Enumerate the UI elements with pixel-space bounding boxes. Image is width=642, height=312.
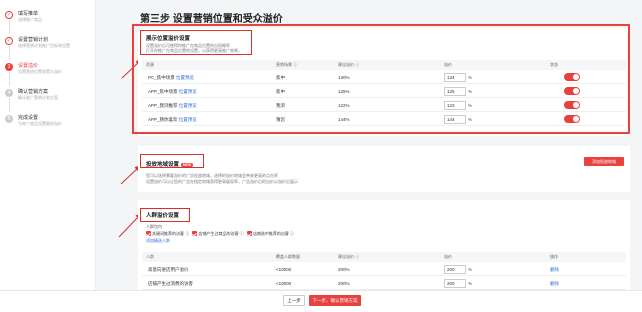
checkbox-checked-icon [192, 231, 198, 237]
checkbox-checked-icon [146, 231, 151, 237]
delete-link[interactable]: 删除 [550, 281, 559, 287]
check-icon: ✓ [5, 37, 13, 45]
step-subtitle: 设置营销位置和受众溢价 [18, 69, 62, 74]
page-title: 第三步 设置营销位置和受众溢价 [140, 14, 283, 25]
col-suggest: 建议溢价 ⓘ [338, 254, 360, 259]
next-button[interactable]: 下一步，确认营销方案 [309, 295, 361, 306]
highlight-crowd-title [140, 208, 190, 222]
crowd-card: 人群溢价设置 人群包内 关键词推荐的访客 ⓘ 店铺产生过商品的访客 ⓘ 店铺选中… [138, 200, 630, 290]
delete-link[interactable]: 删除 [550, 267, 559, 273]
main-content: 第三步 设置营销位置和受众溢价 展示位置溢价设置 设置溢价后可使得你推广在商品位… [132, 0, 642, 290]
col-premium: 溢价 [444, 254, 452, 259]
highlight-geo-title [140, 154, 204, 168]
prev-button[interactable]: 上一步 [283, 295, 305, 306]
step-title: 填写推单 [18, 11, 39, 17]
row-count: <10000 [276, 267, 292, 272]
percent-unit: % [468, 281, 473, 286]
premium-input[interactable]: 200 [444, 265, 466, 274]
add-crowd-link[interactable]: 添加精选人群 [146, 238, 170, 244]
step-title: 完成设置 [18, 115, 39, 121]
step-subtitle: 为每个商品设置最终溢价 [18, 121, 62, 126]
step-number: 5 [5, 115, 13, 123]
step-title: 设置营销计划 [18, 37, 49, 43]
step-5[interactable]: 5 完成设置 为每个商品设置最终溢价 [0, 110, 95, 136]
crowd-subtitle: 人群包内 [146, 224, 162, 229]
checkbox-checked-icon [246, 231, 252, 237]
step-4[interactable]: 4 确认营销方案 确认推广营销计划方案 [0, 84, 95, 112]
col-crowd: 人群 [146, 254, 154, 259]
footer-bar: 上一步 下一步，确认营销方案 [0, 290, 642, 312]
geo-desc-1: 您可以选择需要溢价的广告投放地域，选择的溢价地域会带来更高的点击率 [146, 173, 278, 178]
step-2[interactable]: ✓ 设置营销计划 选择营销计划推广目标和设置 [0, 32, 95, 60]
check-icon: ✓ [5, 11, 13, 19]
crowd-options: 关键词推荐的访客 ⓘ 店铺产生过商品的访客 ⓘ 店铺选中推荐的访客 ⓘ [146, 231, 294, 237]
row-suggest: 200% [338, 281, 350, 286]
add-geo-button[interactable]: 添加投放地域 [584, 157, 624, 166]
step-number: 3 [5, 63, 13, 71]
col-count: 覆盖人群数量 [276, 254, 300, 259]
step-title: 确认营销方案 [18, 89, 49, 95]
step-number: 4 [5, 89, 13, 97]
step-subtitle: 选择推广商品 [18, 17, 42, 22]
geo-desc-2: 设置溢价可以让您的广告在指定地域获得更高展现率，广告溢价后的出价以溢价后展示 [146, 179, 298, 184]
step-title: 设置溢价 [18, 63, 39, 69]
row-count: <10000 [276, 281, 292, 286]
step-subtitle: 选择营销计划推广目标和设置 [18, 43, 70, 48]
table-row: 高意向进店用户溢价 <10000 200% 200 % 删除 [142, 263, 626, 276]
highlight-placement-title [140, 30, 252, 55]
premium-input[interactable]: 200 [444, 279, 466, 288]
percent-unit: % [468, 267, 473, 272]
option-store-recommend[interactable]: 店铺选中推荐的访客 ⓘ [246, 231, 294, 237]
table-row: 店铺产生过消费的访客 <10000 200% 200 % 删除 [142, 277, 626, 290]
step-subtitle: 确认推广营销计划方案 [18, 95, 58, 100]
step-1[interactable]: ✓ 填写推单 选择推广商品 [0, 6, 95, 34]
step-3[interactable]: 3 设置溢价 设置营销位置和受众溢价 [0, 58, 95, 86]
geo-card: 投放地域设置 NEW 您可以选择需要溢价的广告投放地域，选择的溢价地域会带来更高的… [138, 146, 630, 192]
col-operation: 操作 [550, 254, 558, 259]
option-keyword[interactable]: 关键词推荐的访客 ⓘ [146, 231, 189, 237]
option-store-product[interactable]: 店铺产生过商品的访客 ⓘ [192, 231, 244, 237]
row-suggest: 200% [338, 267, 350, 272]
row-name: 店铺产生过消费的访客 [148, 281, 193, 286]
row-name: 高意向进店用户溢价 [148, 267, 189, 272]
steps-sidebar: ✓ 填写推单 选择推广商品 ✓ 设置营销计划 选择营销计划推广目标和设置 3 设… [0, 0, 96, 290]
crowd-table-header: 人群 覆盖人群数量 建议溢价 ⓘ 溢价 操作 [142, 252, 626, 262]
